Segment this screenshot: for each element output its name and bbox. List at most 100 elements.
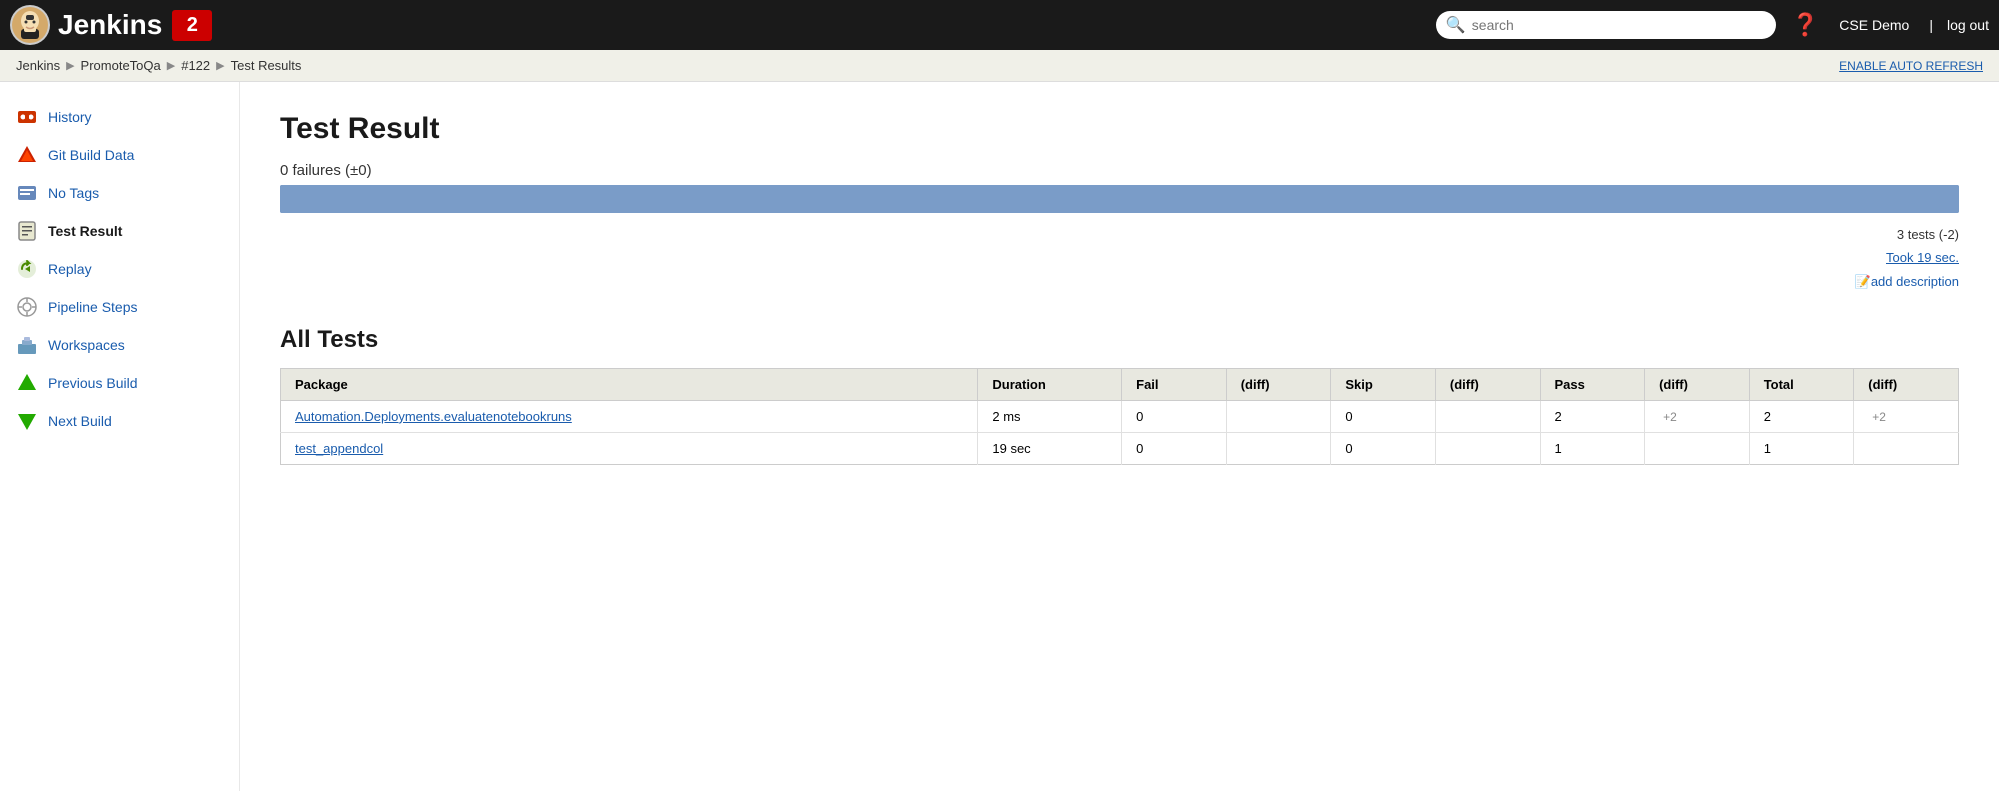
sidebar-item-test-result[interactable]: Test Result [0,212,239,250]
auto-refresh-link[interactable]: ENABLE AUTO REFRESH [1839,59,1983,73]
breadcrumb-build-number[interactable]: #122 [181,58,210,73]
progress-bar-fill [280,185,1959,213]
sidebar-item-next-build[interactable]: Next Build [0,402,239,440]
sidebar-item-no-tags[interactable]: No Tags [0,174,239,212]
col-header-total: Total [1749,368,1854,400]
breadcrumb-promotetoga[interactable]: PromoteToQa [81,58,161,73]
cell-package-1: test_appendcol [281,432,978,464]
previous-build-icon [16,372,38,394]
sidebar-label-history: History [48,109,92,125]
sidebar: History Git Build Data No Tags [0,82,240,791]
breadcrumb-arrow-1: ▶ [66,59,74,72]
cell-duration-1: 19 sec [978,432,1122,464]
breadcrumb-jenkins[interactable]: Jenkins [16,58,60,73]
sidebar-label-git: Git Build Data [48,147,134,163]
table-header-row: Package Duration Fail (diff) Skip (diff)… [281,368,1959,400]
git-icon [16,144,38,166]
test-result-icon [16,220,38,242]
cell-fail-1: 0 [1122,432,1227,464]
jenkins-butler-svg [12,7,48,43]
col-header-skip-diff: (diff) [1435,368,1540,400]
cell-pass-diff-0: +2 [1645,400,1750,432]
help-icon[interactable]: ❓ [1792,12,1819,38]
meta-duration-link[interactable]: Took 19 sec. [1886,250,1959,265]
col-header-fail-diff: (diff) [1226,368,1331,400]
meta-tests: 3 tests (-2) [1897,227,1959,242]
content-area: Test Result 0 failures (±0) 3 tests (-2)… [240,82,1999,791]
separator: | [1929,17,1933,33]
no-tags-icon [16,182,38,204]
sidebar-label-no-tags: No Tags [48,185,99,201]
sidebar-label-replay: Replay [48,261,92,277]
col-header-pass-diff: (diff) [1645,368,1750,400]
jenkins-logo[interactable]: Jenkins [10,5,162,45]
sidebar-item-replay[interactable]: Replay [0,250,239,288]
cell-total-0: 2 [1749,400,1854,432]
search-icon: 🔍 [1446,15,1466,35]
cell-total-1: 1 [1749,432,1854,464]
edit-icon: 📝 [1855,274,1871,289]
cell-fail-diff-1 [1226,432,1331,464]
table-body: Automation.Deployments.evaluatenotebookr… [281,400,1959,464]
cell-skip-diff-0 [1435,400,1540,432]
page-title: Test Result [280,112,1959,146]
sidebar-label-workspaces: Workspaces [48,337,125,353]
progress-bar [280,185,1959,213]
cell-pass-0: 2 [1540,400,1645,432]
col-header-pass: Pass [1540,368,1645,400]
package-link-1[interactable]: test_appendcol [295,441,383,456]
replay-icon [16,258,38,280]
failures-text: 0 failures (±0) [280,162,1959,179]
add-description: 📝add description [280,274,1959,290]
next-build-icon [16,410,38,432]
breadcrumb-arrow-2: ▶ [167,59,175,72]
cell-fail-0: 0 [1122,400,1227,432]
col-header-total-diff: (diff) [1854,368,1959,400]
main-layout: History Git Build Data No Tags [0,82,1999,791]
all-tests-title: All Tests [280,326,1959,354]
cell-package-0: Automation.Deployments.evaluatenotebookr… [281,400,978,432]
username-label: CSE Demo [1839,17,1909,33]
sidebar-label-test-result: Test Result [48,223,122,239]
add-description-link[interactable]: 📝add description [1855,274,1959,289]
search-container: 🔍 [1436,11,1776,39]
pipeline-icon [16,296,38,318]
col-header-fail: Fail [1122,368,1227,400]
search-input[interactable] [1472,17,1766,33]
jenkins-avatar-icon [10,5,50,45]
sidebar-item-history[interactable]: History [0,98,239,136]
breadcrumb-arrow-3: ▶ [216,59,224,72]
notification-badge[interactable]: 2 [172,10,212,41]
header: Jenkins 2 🔍 ❓ CSE Demo | log out [0,0,1999,50]
cell-skip-diff-1 [1435,432,1540,464]
cell-duration-0: 2 ms [978,400,1122,432]
cell-skip-1: 0 [1331,432,1436,464]
sidebar-label-previous-build: Previous Build [48,375,138,391]
sidebar-label-pipeline-steps: Pipeline Steps [48,299,138,315]
workspace-icon [16,334,38,356]
table-row: test_appendcol 19 sec 0 0 1 1 [281,432,1959,464]
meta-info: 3 tests (-2) Took 19 sec. [280,223,1959,270]
cell-total-diff-0: +2 [1854,400,1959,432]
col-header-package: Package [281,368,978,400]
breadcrumb: Jenkins ▶ PromoteToQa ▶ #122 ▶ Test Resu… [0,50,1999,82]
cell-fail-diff-0 [1226,400,1331,432]
cell-pass-1: 1 [1540,432,1645,464]
sidebar-item-workspaces[interactable]: Workspaces [0,326,239,364]
cell-total-diff-1 [1854,432,1959,464]
table-row: Automation.Deployments.evaluatenotebookr… [281,400,1959,432]
sidebar-item-previous-build[interactable]: Previous Build [0,364,239,402]
package-link-0[interactable]: Automation.Deployments.evaluatenotebookr… [295,409,572,424]
history-icon [16,106,38,128]
sidebar-item-git-build-data[interactable]: Git Build Data [0,136,239,174]
breadcrumb-test-results[interactable]: Test Results [231,58,302,73]
table-header: Package Duration Fail (diff) Skip (diff)… [281,368,1959,400]
cell-pass-diff-1 [1645,432,1750,464]
col-header-skip: Skip [1331,368,1436,400]
cell-skip-0: 0 [1331,400,1436,432]
jenkins-title: Jenkins [58,9,162,41]
sidebar-label-next-build: Next Build [48,413,112,429]
logout-link[interactable]: log out [1947,17,1989,33]
sidebar-item-pipeline-steps[interactable]: Pipeline Steps [0,288,239,326]
tests-table: Package Duration Fail (diff) Skip (diff)… [280,368,1959,465]
